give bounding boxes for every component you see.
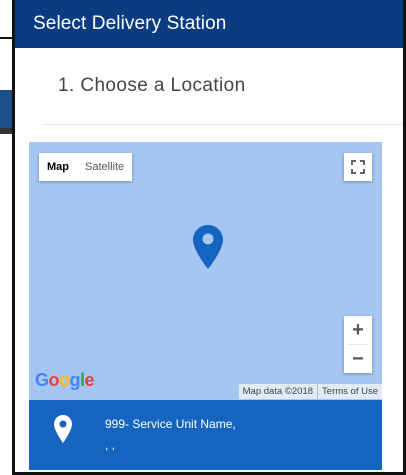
map-data-attribution: Map data ©2018 bbox=[242, 386, 314, 397]
modal-title: Select Delivery Station bbox=[33, 13, 227, 34]
google-logo[interactable]: Google bbox=[35, 370, 95, 391]
map-type-control: Map Satellite bbox=[39, 153, 133, 181]
map-attribution: Map data ©2018 Terms of Use bbox=[238, 384, 382, 399]
google-logo-letter: o bbox=[48, 370, 60, 390]
modal-header: Select Delivery Station bbox=[15, 0, 403, 48]
section-divider bbox=[43, 124, 403, 125]
google-logo-letter: G bbox=[35, 370, 49, 390]
selected-station-panel[interactable]: 999- Service Unit Name, , , bbox=[29, 400, 382, 470]
station-name: 999- Service Unit Name, bbox=[105, 417, 236, 431]
google-logo-letter: o bbox=[59, 370, 70, 390]
fullscreen-button[interactable] bbox=[344, 153, 372, 181]
station-address: , , bbox=[105, 438, 116, 452]
map-location-pin-icon[interactable] bbox=[192, 224, 224, 270]
map[interactable]: Map Satellite + − Google Map data ©2018 … bbox=[29, 142, 382, 400]
section-title-text: 1. Choose a Location bbox=[58, 75, 246, 96]
location-pin-icon bbox=[54, 415, 72, 443]
map-type-satellite-button[interactable]: Satellite bbox=[77, 153, 132, 181]
google-logo-letter: g bbox=[69, 370, 81, 390]
zoom-control: + − bbox=[344, 316, 372, 373]
terms-of-use-link[interactable]: Terms of Use bbox=[317, 384, 382, 399]
zoom-out-button[interactable]: − bbox=[344, 345, 372, 373]
section-title: 1. Choose a Location bbox=[15, 48, 403, 124]
fullscreen-icon bbox=[351, 160, 365, 174]
map-type-map-button[interactable]: Map bbox=[39, 153, 77, 181]
background-edge bbox=[0, 37, 12, 39]
zoom-in-button[interactable]: + bbox=[344, 316, 372, 344]
google-logo-letter: e bbox=[84, 370, 95, 390]
background-blue-block bbox=[0, 90, 12, 128]
